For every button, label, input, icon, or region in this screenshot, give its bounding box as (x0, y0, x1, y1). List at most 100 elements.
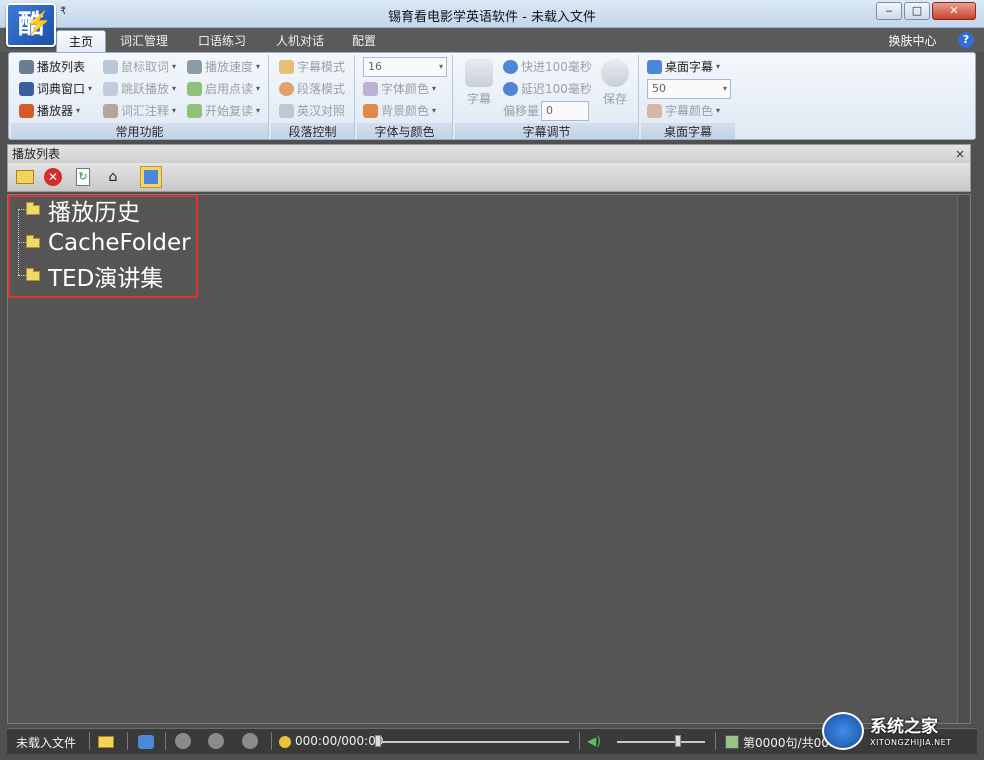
new-folder-icon[interactable] (14, 166, 36, 188)
start-repeat-label: 开始复读 (205, 104, 254, 118)
paragraph-mode-label: 段落模式 (297, 82, 346, 96)
time-display: 000:00/000:00 (295, 734, 384, 748)
chevron-down-icon: ▾ (256, 62, 261, 71)
background-color-button[interactable]: 背景颜色 ▾ (363, 101, 436, 121)
chevron-down-icon: ▾ (438, 62, 443, 71)
help-icon[interactable]: ? (958, 32, 974, 48)
group-desktop-subtitle: 桌面字幕 ▾ 50 ▾ 字幕颜色 ▾ 桌面字幕 (641, 55, 735, 139)
watermark-text: 系统之家 (870, 717, 938, 737)
home-icon[interactable]: ⌂ (102, 166, 124, 188)
paragraph-icon (279, 82, 294, 96)
fast-forward-100ms-button[interactable]: 快进100毫秒 (503, 57, 592, 77)
paragraph-mode-button[interactable]: 段落模式 (279, 79, 345, 99)
desktop-subtitle-label: 桌面字幕 (665, 60, 714, 74)
playlist-button[interactable]: 播放列表 (19, 57, 85, 77)
play-icon[interactable] (208, 733, 224, 749)
menu-bar: 主页 词汇管理 口语练习 人机对话 配置 换肤中心 ⌄ ? (0, 28, 984, 52)
next-icon[interactable] (242, 733, 258, 749)
offset-label: 偏移量 (503, 104, 540, 118)
bilingual-button[interactable]: 英汉对照 (279, 101, 345, 121)
dictionary-icon (19, 82, 34, 96)
background-color-icon (363, 104, 378, 118)
start-repeat-button[interactable]: 开始复读 ▾ (187, 101, 260, 121)
tab-vocabulary[interactable]: 词汇管理 (108, 30, 180, 52)
desktop-color-label: 字幕颜色 (665, 104, 714, 118)
lightning-icon: ⚡ (24, 10, 52, 36)
tab-speaking[interactable]: 口语练习 (186, 30, 258, 52)
list-view-icon[interactable] (140, 166, 162, 188)
note-icon (103, 104, 118, 118)
play-speed-label: 播放速度 (205, 60, 254, 74)
maximize-button[interactable]: □ (904, 2, 930, 20)
chevron-down-icon: ▾ (716, 62, 721, 71)
font-color-icon (363, 82, 378, 96)
desktop-size-select[interactable]: 50 ▾ (647, 79, 731, 99)
panel-close-icon[interactable]: × (955, 145, 965, 163)
vertical-scrollbar[interactable] (957, 195, 969, 723)
subtitle-mode-button[interactable]: 字幕模式 (279, 57, 345, 77)
chevron-down-icon: ⌄ (943, 38, 950, 47)
dictionary-window-button[interactable]: 词典窗口 ▾ (19, 79, 92, 99)
panel-header: 播放列表 × (8, 145, 970, 163)
desktop-subtitle-button[interactable]: 桌面字幕 ▾ (647, 57, 720, 77)
play-speed-button[interactable]: 播放速度 ▾ (187, 57, 260, 77)
watermark: 系统之家 XITONGZHIJIA.NET (822, 708, 982, 756)
playlist-panel: 播放列表 × ✕ ↻ ⌂ (7, 144, 971, 192)
chevron-down-icon: ▾ (432, 106, 437, 115)
font-size-value: 16 (368, 60, 382, 73)
delay-100ms-button[interactable]: 延迟100毫秒 (503, 79, 592, 99)
desktop-size-value: 50 (652, 82, 666, 95)
mouse-lookup-button[interactable]: 鼠标取词 ▾ (103, 57, 176, 77)
vocab-note-button[interactable]: 词汇注释 ▾ (103, 101, 176, 121)
save-button[interactable]: 保存 (597, 59, 633, 107)
font-size-select[interactable]: 16 ▾ (363, 57, 447, 77)
group-label: 常用功能 (11, 123, 268, 139)
close-button[interactable]: ✕ (932, 2, 976, 20)
open-folder-icon[interactable] (95, 731, 117, 753)
bilingual-icon (279, 104, 294, 118)
tab-home[interactable]: 主页 (56, 30, 107, 52)
prev-icon[interactable] (175, 733, 191, 749)
background-color-label: 背景颜色 (381, 104, 430, 118)
delete-icon[interactable]: ✕ (42, 166, 64, 188)
skin-center-menu[interactable]: 换肤中心 ⌄ (888, 32, 950, 49)
volume-thumb[interactable] (675, 735, 681, 747)
progress-thumb[interactable] (375, 735, 381, 747)
group-font: 16 ▾ 字体颜色 ▾ 背景颜色 ▾ 字体与颜色 (357, 55, 453, 139)
player-button[interactable]: 播放器 ▾ (19, 101, 80, 121)
chevron-down-icon: ▾ (76, 106, 81, 115)
highlight-box (8, 195, 198, 298)
volume-icon[interactable]: ◀) (587, 734, 601, 748)
group-paragraph: 字幕模式 段落模式 英汉对照 段落控制 (271, 55, 355, 139)
playlist-toolbar: ✕ ↻ ⌂ (8, 163, 970, 191)
save-icon (601, 59, 629, 87)
minimize-button[interactable]: ‒ (876, 2, 902, 20)
chat-icon[interactable] (135, 731, 157, 753)
watermark-logo-icon (822, 712, 864, 750)
watermark-subtext: XITONGZHIJIA.NET (870, 738, 952, 747)
repeat-icon (187, 104, 202, 118)
font-color-button[interactable]: 字体颜色 ▾ (363, 79, 436, 99)
subtitle-icon (465, 59, 493, 87)
skip-icon (103, 82, 118, 96)
group-subtitle-adjust: 字幕 快进100毫秒 延迟100毫秒 偏移量 0 保存 字幕调节 (455, 55, 639, 139)
refresh-icon[interactable]: ↻ (72, 166, 94, 188)
skip-play-button[interactable]: 跳跃播放 ▾ (103, 79, 176, 99)
file-status: 未载入文件 (16, 736, 77, 750)
subtitle-icon (279, 60, 294, 74)
app-logo[interactable]: 酷 ⚡ (6, 3, 56, 47)
tab-config[interactable]: 配置 (340, 30, 388, 52)
tab-dialog[interactable]: 人机对话 (264, 30, 336, 52)
group-label: 桌面字幕 (641, 123, 735, 139)
desktop-icon (647, 60, 662, 74)
title-bar: ₹ 锡育看电影学英语软件 - 未载入文件 ‒ □ ✕ (0, 0, 984, 28)
app-window: ₹ 锡育看电影学英语软件 - 未载入文件 ‒ □ ✕ 酷 ⚡ 主页 词汇管理 口语… (0, 0, 984, 760)
enable-point-read-button[interactable]: 启用点读 ▾ (187, 79, 260, 99)
chevron-down-icon: ▾ (172, 106, 177, 115)
chevron-down-icon: ▾ (722, 84, 727, 93)
offset-input[interactable]: 0 (541, 101, 589, 121)
progress-slider[interactable] (375, 741, 569, 743)
volume-slider[interactable] (617, 741, 705, 743)
desktop-subtitle-color-button[interactable]: 字幕颜色 ▾ (647, 101, 720, 121)
subtitle-button[interactable]: 字幕 (461, 59, 497, 107)
